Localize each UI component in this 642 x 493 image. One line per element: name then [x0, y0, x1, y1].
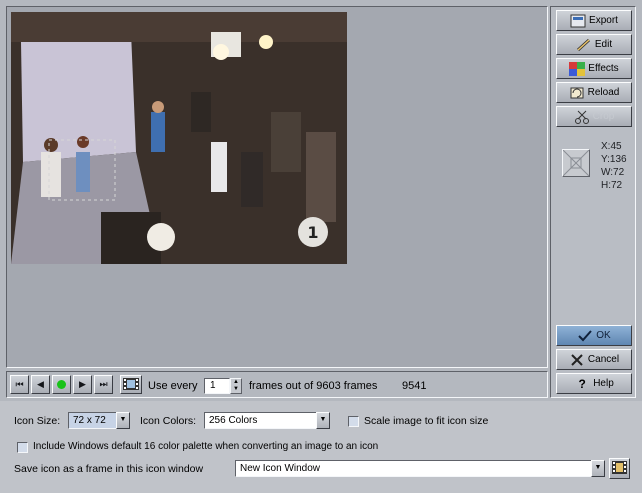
icon-size-dropdown-icon: ▼ [116, 412, 130, 429]
coord-y: Y:136 [601, 154, 627, 165]
icon-size-select[interactable]: 72 x 72 ▼ [68, 412, 130, 429]
export-button[interactable]: Export [556, 10, 632, 31]
checkmark-icon [577, 329, 593, 343]
include-palette-label: Include Windows default 16 color palette… [33, 441, 379, 452]
coord-x: X:45 [601, 141, 622, 152]
scale-image-label: Scale image to fit icon size [364, 415, 489, 427]
right-panel: Export Edit Effects Reload Crop X:45 Y:1… [550, 6, 636, 398]
export-label: Export [589, 15, 618, 26]
edit-button[interactable]: Edit [556, 34, 632, 55]
pencil-icon [576, 38, 592, 52]
video-frame-picture: 1 [11, 12, 347, 264]
scissors-icon [574, 110, 590, 124]
icon-window-button[interactable] [609, 458, 630, 479]
preview-panel: 1 [6, 6, 548, 368]
help-label: Help [593, 378, 614, 389]
step-back-icon: ◀ [37, 379, 44, 389]
ok-button[interactable]: OK [556, 325, 632, 346]
use-every-label: Use every [148, 380, 198, 392]
spin-up-icon: ▲ [233, 379, 239, 385]
skip-back-icon: ⏮ [15, 379, 24, 389]
coord-h: H:72 [601, 180, 623, 191]
frame-step-spinner[interactable]: ▲ ▼ [230, 378, 242, 394]
coord-w: W:72 [601, 167, 625, 178]
video-frame-image[interactable]: 1 [11, 12, 347, 264]
question-mark-icon: ? [578, 376, 586, 391]
skip-forward-icon: ⏭ [99, 379, 108, 389]
cancel-icon [569, 353, 585, 367]
help-button[interactable]: ? Help [556, 373, 632, 394]
video-watermark: 1 [307, 223, 318, 242]
spin-down-icon: ▼ [233, 386, 239, 392]
film-frame-icon [612, 461, 627, 476]
edit-label: Edit [594, 39, 613, 50]
crop-button[interactable]: Crop [556, 106, 632, 127]
icon-colors-label: Icon Colors: [140, 415, 197, 427]
selection-coordinates: X:45 Y:136 W:72 H:72 [601, 140, 627, 192]
scale-image-checkbox[interactable] [348, 416, 359, 427]
options-panel: Icon Size: 72 x 72 ▼ Icon Colors: 256 Co… [0, 401, 642, 493]
icon-preview-thumbnail [562, 149, 590, 177]
cancel-label: Cancel [587, 354, 620, 365]
target-window-value: New Icon Window [240, 463, 321, 474]
crop-label: Crop [592, 111, 615, 122]
reload-label: Reload [587, 87, 620, 98]
frames-total-label: frames out of 9603 frames [249, 380, 378, 392]
export-icon [570, 14, 586, 28]
previous-frame-button[interactable]: ◀ [31, 375, 50, 394]
icon-size-value: 72 x 72 [73, 415, 106, 426]
reload-icon [569, 86, 585, 100]
include-palette-checkbox[interactable] [17, 442, 28, 453]
last-frame-button[interactable]: ⏭ [94, 375, 113, 394]
save-frame-label: Save icon as a frame in this icon window [14, 463, 204, 475]
target-window-dropdown-icon: ▼ [591, 460, 605, 477]
transport-bar: ⏮ ◀ ▶ ⏭ Use every 1 ▲ ▼ frames out of 96… [6, 371, 548, 398]
icon-size-label: Icon Size: [14, 415, 61, 427]
effects-label: Effects [588, 63, 619, 74]
reload-button[interactable]: Reload [556, 82, 632, 103]
target-window-select[interactable]: New Icon Window ▼ [235, 460, 605, 477]
step-forward-icon: ▶ [79, 379, 86, 389]
icon-colors-dropdown-icon: ▼ [316, 412, 330, 429]
filmstrip-button[interactable] [120, 375, 142, 394]
ok-label: OK [596, 330, 611, 341]
cancel-button[interactable]: Cancel [556, 349, 632, 370]
filmstrip-icon [123, 377, 139, 392]
icon-colors-select[interactable]: 256 Colors ▼ [204, 412, 330, 429]
next-frame-button[interactable]: ▶ [73, 375, 92, 394]
current-frame-number: 9541 [402, 380, 427, 392]
play-button[interactable] [52, 375, 71, 394]
play-indicator-icon [57, 380, 66, 389]
first-frame-button[interactable]: ⏮ [10, 375, 29, 394]
effects-icon [569, 61, 586, 76]
icon-colors-value: 256 Colors [209, 415, 258, 426]
effects-button[interactable]: Effects [556, 58, 632, 79]
frame-step-input[interactable]: 1 [204, 378, 230, 394]
